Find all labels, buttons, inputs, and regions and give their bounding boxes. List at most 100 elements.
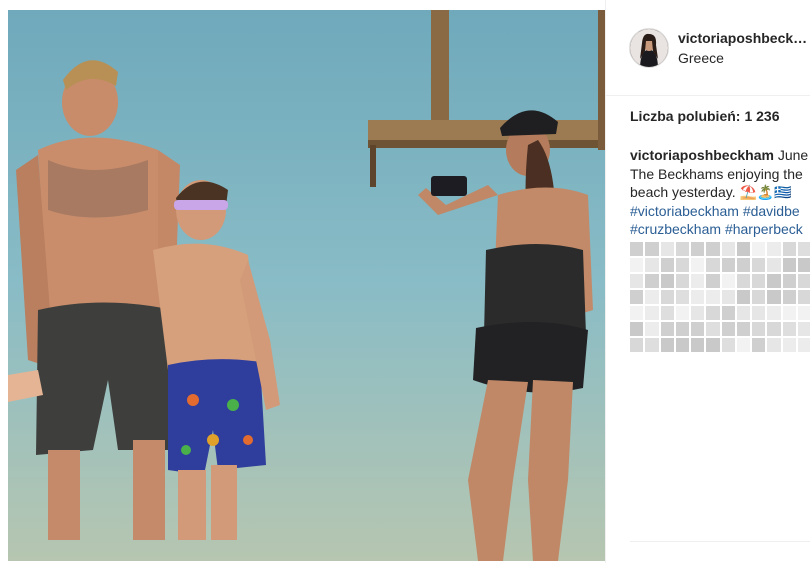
pixel-cell	[721, 338, 735, 352]
pixel-cell	[797, 338, 810, 352]
pixel-cell	[691, 258, 705, 272]
pixel-cell	[660, 242, 674, 256]
pixel-cell	[797, 274, 810, 288]
pixel-cell	[660, 338, 674, 352]
pixel-cell	[630, 290, 644, 304]
pixel-cell	[706, 274, 720, 288]
pixel-cell	[797, 290, 810, 304]
pixel-cell	[675, 290, 689, 304]
caption-username[interactable]: victoriaposhbeckham	[630, 147, 774, 163]
pixel-cell	[691, 290, 705, 304]
pixel-cell	[645, 306, 659, 320]
pixel-cell	[706, 242, 720, 256]
pixel-cell	[782, 242, 796, 256]
pixel-cell	[797, 322, 810, 336]
likes-number: 1 236	[744, 108, 780, 124]
hashtag-link[interactable]: #harperbeck	[725, 221, 803, 237]
post-username[interactable]: victoriaposhbeckham	[678, 30, 808, 46]
pixel-cell	[645, 338, 659, 352]
pixel-cell	[752, 322, 766, 336]
pixel-cell	[767, 242, 781, 256]
pixelated-row	[630, 242, 810, 256]
pixel-cell	[752, 306, 766, 320]
pixel-cell	[767, 306, 781, 320]
pixelated-row	[630, 258, 810, 272]
pixelated-row	[630, 290, 810, 304]
pixel-cell	[706, 290, 720, 304]
pixel-cell	[630, 338, 644, 352]
pixel-cell	[782, 306, 796, 320]
pixelated-row	[630, 338, 810, 352]
pixel-cell	[675, 306, 689, 320]
pixel-cell	[645, 290, 659, 304]
pixel-cell	[691, 242, 705, 256]
pixel-cell	[782, 258, 796, 272]
pixel-cell	[782, 338, 796, 352]
post-photo[interactable]	[8, 10, 605, 561]
post-location[interactable]: Greece	[678, 50, 724, 66]
pixel-cell	[721, 242, 735, 256]
pixel-cell	[706, 306, 720, 320]
caption-line-5: #cruzbeckham #harperbeck	[630, 220, 810, 239]
pixel-cell	[660, 306, 674, 320]
caption-date: June	[777, 147, 809, 163]
pixel-cell	[630, 306, 644, 320]
photo-image	[8, 10, 605, 561]
caption-line-2: The Beckhams enjoying the	[630, 165, 803, 182]
pixel-cell	[645, 242, 659, 256]
hashtag-link[interactable]: #davidbe	[743, 203, 800, 219]
pixel-cell	[767, 322, 781, 336]
pixel-cell	[782, 290, 796, 304]
likes-count[interactable]: Liczba polubień: 1 236	[630, 108, 780, 124]
pixel-cell	[736, 306, 750, 320]
pixel-cell	[767, 258, 781, 272]
post-header: victoriaposhbeckham Greece	[606, 0, 810, 96]
pixel-cell	[691, 338, 705, 352]
pixel-cell	[797, 242, 810, 256]
caption-line-4: #victoriabeckham #davidbe	[630, 202, 810, 221]
pixelated-row	[630, 274, 810, 288]
divider	[630, 541, 810, 542]
hashtag-link[interactable]: #cruzbeckham	[630, 221, 721, 237]
pixel-cell	[675, 258, 689, 272]
caption-line-3: beach yesterday. ⛱️🏝️🇬🇷	[630, 184, 792, 200]
pixelated-comments	[630, 242, 810, 354]
post-sidebar: victoriaposhbeckham Greece Liczba polubi…	[605, 0, 810, 563]
pixel-cell	[691, 274, 705, 288]
pixel-cell	[767, 338, 781, 352]
pixel-cell	[660, 290, 674, 304]
pixel-cell	[630, 322, 644, 336]
caption-line-1: victoriaposhbeckham June	[630, 146, 810, 165]
pixel-cell	[767, 274, 781, 288]
pixel-cell	[675, 338, 689, 352]
pixel-cell	[736, 338, 750, 352]
pixel-cell	[630, 274, 644, 288]
pixel-cell	[660, 258, 674, 272]
pixel-cell	[782, 322, 796, 336]
pixel-cell	[752, 242, 766, 256]
pixel-cell	[630, 258, 644, 272]
profile-avatar[interactable]	[629, 28, 669, 68]
pixel-cell	[752, 258, 766, 272]
pixelated-row	[630, 322, 810, 336]
pixel-cell	[706, 258, 720, 272]
hashtag-link[interactable]: #victoriabeckham	[630, 203, 739, 219]
pixel-cell	[675, 274, 689, 288]
post-caption: victoriaposhbeckham June The Beckhams en…	[630, 146, 810, 239]
pixel-cell	[630, 242, 644, 256]
avatar-icon	[630, 29, 668, 67]
pixel-cell	[736, 274, 750, 288]
pixel-cell	[675, 322, 689, 336]
pixel-cell	[736, 258, 750, 272]
pixel-cell	[706, 338, 720, 352]
pixel-cell	[736, 322, 750, 336]
pixel-cell	[721, 290, 735, 304]
pixel-cell	[752, 290, 766, 304]
pixel-cell	[660, 322, 674, 336]
pixel-cell	[797, 306, 810, 320]
pixel-cell	[767, 290, 781, 304]
pixel-cell	[752, 274, 766, 288]
pixel-cell	[706, 322, 720, 336]
pixel-cell	[782, 274, 796, 288]
pixel-cell	[797, 258, 810, 272]
